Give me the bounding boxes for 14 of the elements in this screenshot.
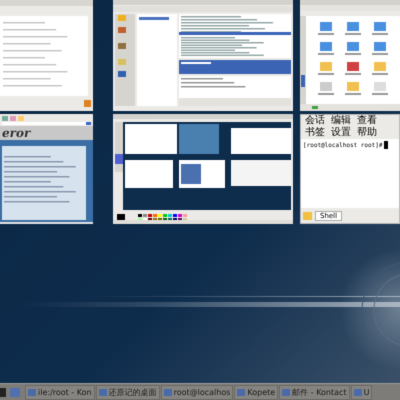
taskbar-button[interactable]: U bbox=[350, 385, 372, 400]
menu-item[interactable]: 书签 bbox=[302, 127, 328, 139]
taskbar-button[interactable]: ile:/root - Kon bbox=[25, 385, 95, 400]
taskbar-button[interactable]: Kopete bbox=[234, 385, 278, 400]
menu-item[interactable]: 会话 bbox=[302, 115, 328, 127]
menu-item[interactable]: 帮助 bbox=[354, 127, 380, 139]
taskbar-button[interactable]: root@localhos bbox=[160, 385, 234, 400]
taskbar-button[interactable]: 还原记的桌面 bbox=[96, 385, 160, 400]
cursor-icon bbox=[384, 141, 388, 149]
menu-item[interactable]: 编辑 bbox=[328, 115, 354, 127]
taskbar-button[interactable]: 邮件 - Kontact bbox=[279, 385, 350, 400]
menu-item[interactable]: 设置 bbox=[328, 127, 354, 139]
banner-title: eror bbox=[0, 126, 93, 140]
menu-item[interactable]: 查看 bbox=[354, 115, 380, 127]
